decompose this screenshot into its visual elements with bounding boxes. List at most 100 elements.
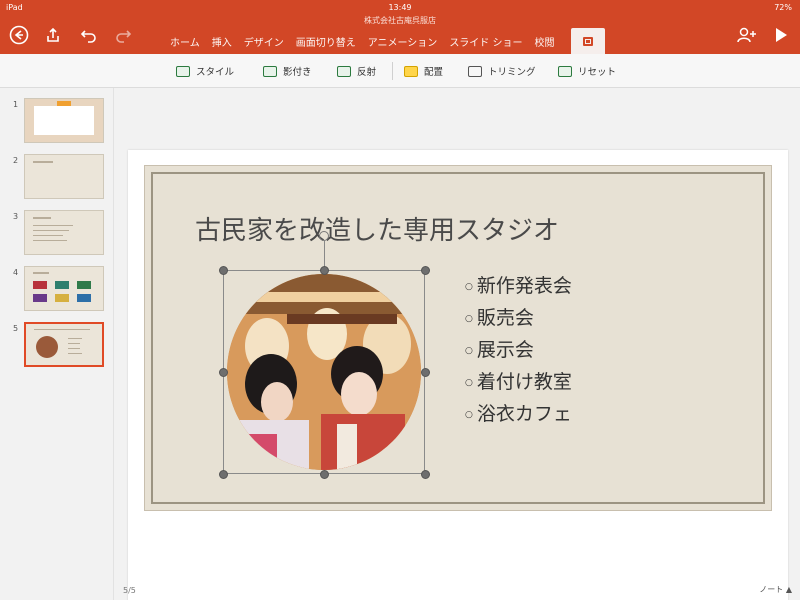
thumbnail-text-line bbox=[68, 353, 82, 354]
powerpoint-window: iPad 13:49 72% 株式会社古庵呉服店 ホーム 挿入 デザイン 画面切… bbox=[0, 0, 800, 600]
reset-button[interactable]: リセット bbox=[558, 63, 616, 79]
play-slideshow-button[interactable] bbox=[770, 24, 792, 46]
arrange-button[interactable]: 配置 bbox=[404, 63, 443, 79]
thumbnail-tile bbox=[33, 281, 47, 289]
tab-insert[interactable]: 挿入 bbox=[212, 34, 232, 49]
tab-picture[interactable] bbox=[570, 28, 605, 54]
thumbnail-tile bbox=[55, 294, 69, 302]
shadow-label: 影付き bbox=[283, 67, 312, 78]
tab-transitions[interactable]: 画面切り替え bbox=[296, 34, 356, 49]
ribbon-divider bbox=[392, 62, 393, 80]
resize-handle-bottom-left[interactable] bbox=[219, 470, 228, 479]
thumbnail-text-line bbox=[33, 235, 63, 236]
slide-title[interactable]: 古民家を改造した専用スタジオ bbox=[195, 210, 559, 247]
share-button[interactable] bbox=[42, 24, 64, 46]
status-bar: iPad 13:49 72% bbox=[0, 2, 800, 14]
bullet-item: 浴衣カフェ bbox=[465, 398, 572, 430]
bullet-item: 展示会 bbox=[465, 334, 572, 366]
slide-thumbnail-4[interactable] bbox=[24, 266, 104, 311]
share-icon bbox=[47, 27, 59, 42]
photo-illustration bbox=[227, 274, 421, 470]
slide-thumbnail-5[interactable] bbox=[24, 322, 104, 367]
thumbnail-text-line bbox=[33, 161, 53, 163]
chevron-up-icon: ▲ bbox=[785, 585, 792, 594]
reflection-button[interactable]: 反射 bbox=[337, 63, 376, 79]
resize-handle-top[interactable] bbox=[320, 266, 329, 275]
slide-thumbnail-pane[interactable]: 1 2 3 4 5 bbox=[0, 88, 114, 600]
reflection-label: 反射 bbox=[357, 67, 377, 78]
redo-button[interactable] bbox=[112, 24, 134, 46]
resize-handle-left[interactable] bbox=[219, 368, 228, 377]
arrange-label: 配置 bbox=[424, 67, 444, 78]
thumbnail-number: 1 bbox=[13, 100, 19, 109]
slide-counter: 5/5 bbox=[123, 586, 136, 595]
reset-icon bbox=[558, 65, 572, 77]
thumbnail-text-line bbox=[33, 217, 51, 219]
thumbnail-text-line bbox=[33, 240, 67, 241]
thumbnail-number: 3 bbox=[13, 212, 19, 221]
clock: 13:49 bbox=[388, 3, 412, 12]
reset-label: リセット bbox=[578, 67, 617, 78]
thumbnail-text-line bbox=[68, 343, 80, 344]
trim-label: トリミング bbox=[488, 67, 536, 78]
bullet-list[interactable]: 新作発表会 販売会 展示会 着付け教室 浴衣カフェ bbox=[465, 270, 572, 430]
style-button[interactable]: スタイル bbox=[176, 63, 234, 79]
notes-label: ノート bbox=[759, 585, 784, 594]
back-button[interactable] bbox=[8, 24, 30, 46]
thumbnail-tile bbox=[77, 281, 91, 289]
thumbnail-number: 5 bbox=[13, 324, 19, 333]
tab-slideshow[interactable]: スライド ショー bbox=[449, 34, 522, 49]
kimono-photo[interactable] bbox=[227, 274, 421, 470]
thumbnail-text-line bbox=[33, 225, 73, 226]
style-icon bbox=[176, 65, 190, 77]
slide-page: 古民家を改造した専用スタジオ ○ 新作発表会 ○ 販売会 ○ 展示会 ○ 着付け… bbox=[128, 150, 788, 600]
current-slide[interactable]: 古民家を改造した専用スタジオ ○ 新作発表会 ○ 販売会 ○ 展示会 ○ 着付け… bbox=[144, 165, 772, 511]
selected-picture[interactable] bbox=[219, 231, 430, 479]
resize-handle-right[interactable] bbox=[421, 368, 430, 377]
arrange-icon bbox=[404, 65, 418, 77]
resize-handle-top-left[interactable] bbox=[219, 266, 228, 275]
rotate-handle-icon[interactable] bbox=[319, 231, 329, 241]
thumbnail-tile bbox=[55, 281, 69, 289]
thumbnail-number: 2 bbox=[13, 156, 19, 165]
resize-handle-top-right[interactable] bbox=[421, 266, 430, 275]
shadow-button[interactable]: 影付き bbox=[263, 63, 312, 79]
reflection-icon bbox=[337, 65, 351, 77]
thumbnail-text-line bbox=[33, 272, 49, 274]
undo-button[interactable] bbox=[78, 24, 100, 46]
thumbnail-title-box bbox=[34, 106, 94, 135]
battery-level: 72% bbox=[774, 3, 792, 12]
resize-handle-bottom[interactable] bbox=[320, 470, 329, 479]
add-person-icon bbox=[737, 27, 756, 43]
slide-canvas[interactable]: 古民家を改造した専用スタジオ ○ 新作発表会 ○ 販売会 ○ 展示会 ○ 着付け… bbox=[114, 88, 800, 600]
tab-design[interactable]: デザイン bbox=[244, 34, 284, 49]
tab-home[interactable]: ホーム bbox=[170, 34, 200, 49]
thumbnail-tile bbox=[77, 294, 91, 302]
resize-handle-bottom-right[interactable] bbox=[421, 470, 430, 479]
slide-thumbnail-3[interactable] bbox=[24, 210, 104, 255]
thumbnail-text-line bbox=[33, 230, 69, 231]
thumbnail-text-line bbox=[34, 329, 90, 330]
thumbnail-photo bbox=[36, 336, 58, 358]
bullet-item: 着付け教室 bbox=[465, 366, 572, 398]
tab-review[interactable]: 校閲 bbox=[535, 34, 555, 49]
slide-border: 古民家を改造した専用スタジオ ○ 新作発表会 ○ 販売会 ○ 展示会 ○ 着付け… bbox=[151, 172, 765, 504]
title-bar: iPad 13:49 72% 株式会社古庵呉服店 ホーム 挿入 デザイン 画面切… bbox=[0, 0, 800, 54]
thumbnail-text-line bbox=[68, 348, 80, 349]
ribbon-tabs: ホーム 挿入 デザイン 画面切り替え アニメーション スライド ショー 校閲 bbox=[170, 28, 617, 54]
back-arrow-icon bbox=[9, 25, 29, 45]
redo-icon bbox=[116, 30, 132, 43]
play-icon bbox=[776, 28, 787, 42]
shadow-icon bbox=[263, 65, 277, 77]
bullet-item: 販売会 bbox=[465, 302, 572, 334]
picture-ribbon: スタイル 影付き 反射 配置 トリミング リセット bbox=[0, 54, 800, 88]
style-label: スタイル bbox=[196, 67, 235, 78]
notes-button[interactable]: ノート ▲ bbox=[759, 584, 792, 595]
slide-thumbnail-1[interactable] bbox=[24, 98, 104, 143]
thumbnail-text-line bbox=[68, 338, 82, 339]
trim-button[interactable]: トリミング bbox=[468, 63, 536, 79]
tab-animations[interactable]: アニメーション bbox=[368, 34, 438, 49]
add-user-button[interactable] bbox=[736, 24, 758, 46]
crop-icon bbox=[468, 65, 482, 77]
slide-thumbnail-2[interactable] bbox=[24, 154, 104, 199]
